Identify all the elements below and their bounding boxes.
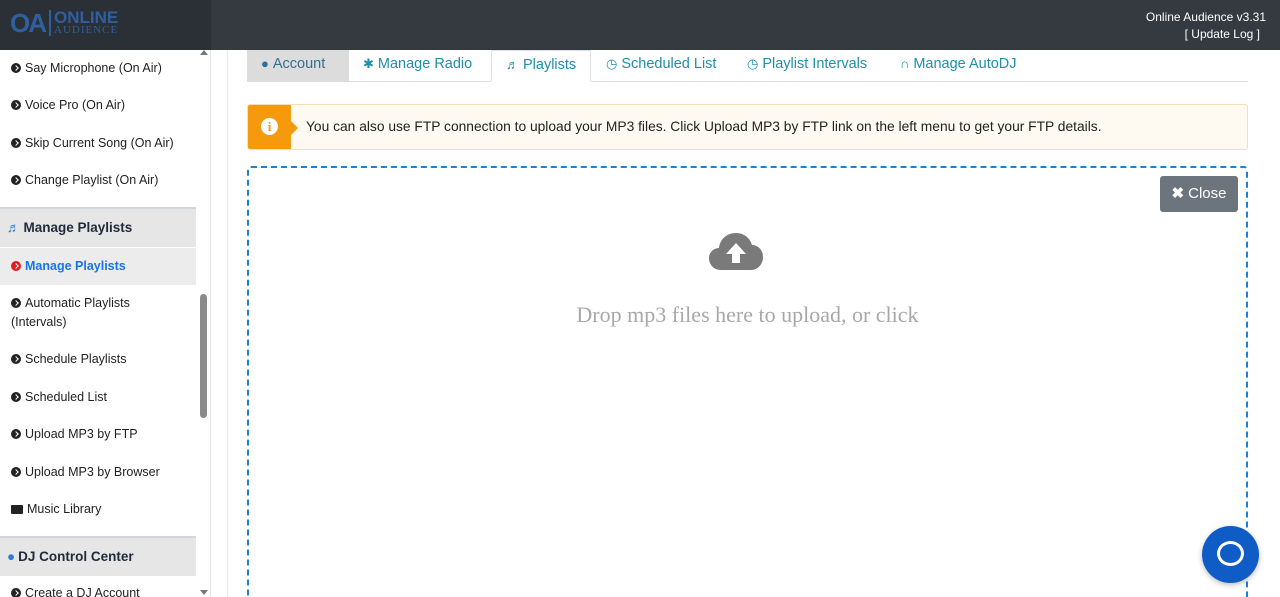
- chevron-circle-icon: [11, 392, 21, 402]
- sidebar-item-label: Manage Playlists: [25, 259, 126, 273]
- chevron-circle-icon: [11, 63, 21, 73]
- update-log-link[interactable]: [ Update Log ]: [1146, 26, 1266, 43]
- sidebar-item-upload-browser[interactable]: Upload MP3 by Browser: [0, 463, 196, 482]
- chevron-circle-icon: [11, 354, 21, 364]
- sidebar-item-label-line2: (Intervals): [11, 315, 67, 329]
- info-icon: i: [261, 118, 278, 135]
- logo-area: OA ONLINE AUDIENCE: [0, 0, 211, 50]
- sidebar-item-label: Music Library: [27, 502, 102, 516]
- sidebar-item-say-microphone[interactable]: Say Microphone (On Air): [0, 59, 196, 78]
- sidebar-item-label: Skip Current Song (On Air): [25, 136, 174, 150]
- logo-mark: OA: [10, 8, 47, 38]
- sidebar-section-label: Manage Playlists: [23, 220, 133, 235]
- sidebar-item-label: Schedule Playlists: [25, 352, 127, 366]
- clock-icon: ◷: [606, 56, 618, 71]
- tab-playlist-intervals[interactable]: ◷ Playlist Intervals: [733, 50, 881, 82]
- tab-label: Playlists: [523, 57, 577, 73]
- chat-bubble-icon: [1217, 541, 1244, 566]
- dropzone-message[interactable]: Drop mp3 files here to upload, or click: [249, 302, 1246, 328]
- tab-manage-radio[interactable]: ✱ Manage Radio: [349, 50, 486, 82]
- user-circle-icon: ●: [261, 56, 269, 71]
- tab-label: Manage AutoDJ: [913, 56, 1017, 72]
- sidebar-item-voice-pro[interactable]: Voice Pro (On Air): [0, 96, 196, 115]
- logo-line2: AUDIENCE: [54, 24, 119, 36]
- music-note-icon: ♬: [506, 57, 519, 72]
- scrollbar-thumb[interactable]: [200, 294, 207, 418]
- chevron-circle-icon: [11, 298, 21, 308]
- version-info: Online Audience v3.31 [ Update Log ]: [1146, 9, 1266, 43]
- sidebar-item-scheduled-list[interactable]: Scheduled List: [0, 388, 196, 407]
- sidebar-item-label: Voice Pro (On Air): [25, 98, 126, 112]
- sidebar-item-manage-playlists[interactable]: Manage Playlists: [0, 248, 196, 285]
- close-icon: ✖: [1171, 185, 1185, 202]
- tab-label: Playlist Intervals: [762, 56, 868, 72]
- logo-line1: ONLINE: [54, 8, 119, 27]
- chat-button[interactable]: [1202, 526, 1259, 583]
- chevron-circle-icon: [11, 588, 21, 597]
- sidebar-item-label: Change Playlist (On Air): [25, 173, 159, 187]
- clock-icon: ◷: [747, 56, 759, 71]
- headphones-icon: ∩: [900, 56, 910, 71]
- cloud-upload-icon: [709, 233, 763, 270]
- info-alert: i You can also use FTP connection to upl…: [247, 104, 1248, 150]
- sidebar-item-schedule-playlists[interactable]: Schedule Playlists: [0, 350, 196, 369]
- tab-scheduled-list[interactable]: ◷ Scheduled List: [592, 50, 730, 82]
- sidebar-scrollbar[interactable]: [198, 50, 210, 597]
- tab-manage-autodj[interactable]: ∩ Manage AutoDJ: [886, 50, 1031, 82]
- sidebar-item-label: Automatic Playlists: [25, 296, 130, 310]
- tab-label: Scheduled List: [621, 56, 717, 72]
- tab-bar: ● Account ✱ Manage Radio ♬ Playlists ◷ Sched…: [247, 50, 1248, 82]
- upload-dropzone[interactable]: ✖ Close Drop mp3 files here to upload, or…: [247, 166, 1248, 597]
- sidebar-item-skip-song[interactable]: Skip Current Song (On Air): [0, 134, 196, 153]
- close-button[interactable]: ✖ Close: [1160, 176, 1238, 212]
- sidebar-item-label: Say Microphone (On Air): [25, 61, 162, 75]
- sidebar-section-label: DJ Control Center: [18, 549, 134, 564]
- music-note-icon: ♬: [7, 220, 21, 235]
- tab-playlists[interactable]: ♬ Playlists: [491, 50, 592, 82]
- top-bar: OA ONLINE AUDIENCE Online Audience v3.31…: [0, 0, 1280, 50]
- sidebar-item-music-library[interactable]: Music Library: [0, 500, 196, 519]
- main-content: ● Account ✱ Manage Radio ♬ Playlists ◷ Sched…: [227, 50, 1280, 597]
- tab-label: Account: [272, 56, 326, 72]
- sidebar-item-automatic-playlists[interactable]: Automatic Playlists (Intervals): [0, 294, 196, 332]
- sidebar-section-manage-playlists[interactable]: ♬ Manage Playlists: [0, 207, 196, 247]
- chevron-circle-icon: [11, 175, 21, 185]
- version-label: Online Audience v3.31: [1145, 10, 1266, 24]
- sidebar-item-create-dj[interactable]: Create a DJ Account: [0, 584, 196, 597]
- chevron-circle-icon: [11, 261, 21, 271]
- tab-account[interactable]: ● Account: [247, 50, 349, 82]
- alert-message: You can also use FTP connection to uploa…: [306, 119, 1102, 134]
- sidebar-item-label: Scheduled List: [25, 390, 108, 404]
- sidebar: Say Microphone (On Air) Voice Pro (On Ai…: [0, 50, 211, 597]
- tab-label: Manage Radio: [377, 56, 473, 72]
- sidebar-item-upload-ftp[interactable]: Upload MP3 by FTP: [0, 425, 196, 444]
- gear-icon: ✱: [363, 56, 374, 71]
- chevron-circle-icon: [11, 429, 21, 439]
- close-label: Close: [1188, 185, 1227, 202]
- chevron-circle-icon: [11, 138, 21, 148]
- chevron-circle-icon: [11, 467, 21, 477]
- folder-open-icon: [11, 505, 23, 514]
- scroll-down-arrow-icon[interactable]: [200, 590, 208, 595]
- user-circle-icon: ●: [7, 549, 16, 564]
- logo-text: ONLINE AUDIENCE: [49, 8, 119, 36]
- sidebar-item-label: Upload MP3 by Browser: [25, 465, 160, 479]
- sidebar-item-label: Upload MP3 by FTP: [25, 427, 138, 441]
- logo[interactable]: OA ONLINE AUDIENCE: [10, 8, 119, 38]
- sidebar-item-label: Create a DJ Account: [25, 586, 140, 597]
- scroll-up-arrow-icon[interactable]: [200, 50, 208, 55]
- sidebar-item-change-playlist[interactable]: Change Playlist (On Air): [0, 171, 196, 190]
- chevron-circle-icon: [11, 100, 21, 110]
- alert-icon-box: i: [248, 105, 298, 149]
- sidebar-section-dj-control[interactable]: ● DJ Control Center: [0, 536, 196, 576]
